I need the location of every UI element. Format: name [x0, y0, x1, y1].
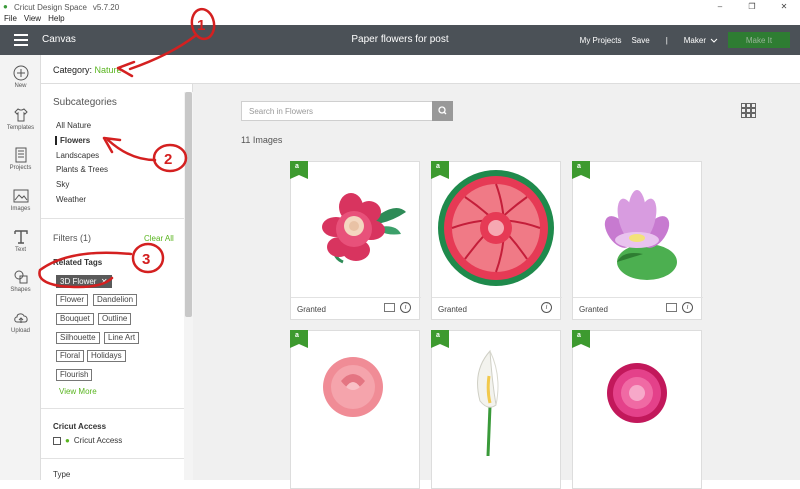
- annotation-arrow-1: [128, 34, 197, 71]
- annotation-loop-3: [38, 251, 133, 289]
- annotation-overlay: 1 2 3: [38, 7, 216, 289]
- annotation-number-3: 3: [142, 251, 150, 268]
- annotation-number-1: 1: [197, 17, 205, 34]
- annotation-arrow-2: [106, 138, 157, 162]
- annotation-number-2: 2: [164, 151, 172, 168]
